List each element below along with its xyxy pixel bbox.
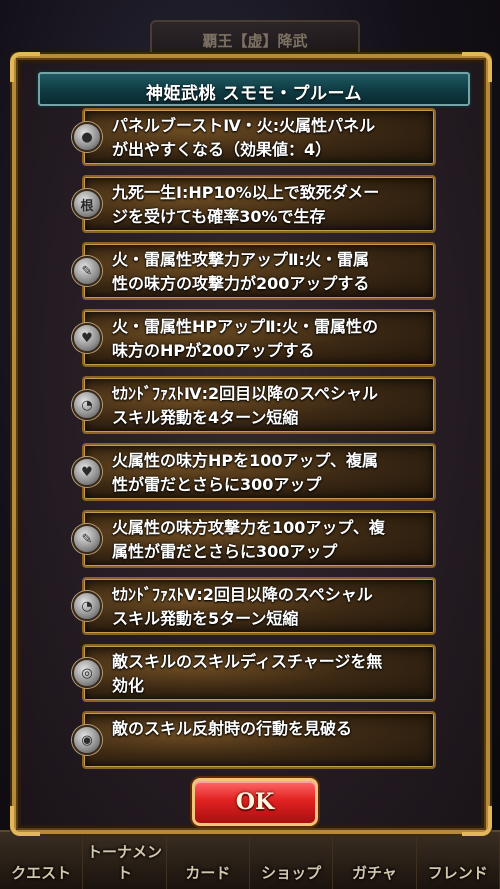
skill-row: ◔ ｾｶﾝﾄﾞﾌｧｽﾄⅣ:2回目以降のスペシャル スキル発動を4ターン短縮 — [72, 376, 436, 434]
skill-description: ｾｶﾝﾄﾞﾌｧｽﾄⅤ:2回目以降のスペシャル スキル発動を5ターン短縮 — [112, 585, 373, 628]
nav-quest: クエスト — [0, 832, 84, 889]
dialog-title-bar: 神姫武桃 スモモ・プルーム — [38, 72, 470, 106]
frame-corner-ornament — [10, 806, 40, 836]
discharge-nullify-icon: ◎ — [72, 658, 102, 688]
ok-button-label: OK — [235, 789, 275, 815]
second-fast-icon: ◔ — [72, 591, 102, 621]
skill-description: ｾｶﾝﾄﾞﾌｧｽﾄⅣ:2回目以降のスペシャル スキル発動を4ターン短縮 — [112, 384, 378, 427]
second-fast-icon: ◔ — [72, 390, 102, 420]
skill-row: ◔ ｾｶﾝﾄﾞﾌｧｽﾄⅤ:2回目以降のスペシャル スキル発動を5ターン短縮 — [72, 577, 436, 635]
frame-corner-ornament — [462, 806, 492, 836]
skill-row: ◎ 敵スキルのスキルディスチャージを無 効化 — [72, 644, 436, 702]
attack-up-icon: ✎ — [72, 524, 102, 554]
frame-corner-ornament — [10, 52, 40, 82]
nav-shop-label: ショップ — [261, 864, 322, 882]
nav-card: カード — [166, 832, 250, 889]
dialog-title: 神姫武桃 スモモ・プルーム — [146, 84, 362, 104]
eye-icon: ◉ — [72, 725, 102, 755]
skill-dialog: 神姫武桃 スモモ・プルーム ● パネルブーストⅣ・火:火属性パネル が出やすくな… — [10, 52, 492, 836]
nav-shop: ショップ — [249, 832, 334, 889]
skill-row: ♥ 火属性の味方HPを100アップ、複属 性が雷だとさらに300アップ — [72, 443, 436, 501]
ok-button[interactable]: OK — [192, 778, 318, 826]
nav-gacha: ガチャ — [333, 832, 417, 889]
skill-description: 火・雷属性HPアップⅡ:火・雷属性の 味方のHPが200アップする — [112, 317, 379, 360]
hp-up-icon: ♥ — [72, 323, 102, 353]
skill-row: ✎ 火・雷属性攻撃力アップⅡ:火・雷属 性の味方の攻撃力が200アップする — [72, 242, 436, 300]
nine-deaths-icon: 根 — [72, 189, 102, 219]
background-nav-bar: クエスト トーナメント カード ショップ ガチャ フレンド — [0, 830, 500, 889]
attack-up-icon: ✎ — [72, 256, 102, 286]
nav-tournament-label: トーナメント — [86, 843, 162, 882]
skill-description: 火・雷属性攻撃力アップⅡ:火・雷属 性の味方の攻撃力が200アップする — [112, 250, 370, 293]
skill-description: 敵のスキル反射時の行動を見破る — [112, 719, 353, 738]
hp-up-icon: ♥ — [72, 457, 102, 487]
skill-row: ● パネルブーストⅣ・火:火属性パネル が出やすくなる（効果値：4） — [72, 108, 436, 166]
nav-quest-label: クエスト — [11, 864, 72, 882]
nav-tournament: トーナメント — [83, 832, 167, 889]
nav-friend: フレンド — [416, 832, 500, 889]
skill-row: ◉ 敵のスキル反射時の行動を見破る — [72, 711, 436, 769]
skill-description: パネルブーストⅣ・火:火属性パネル が出やすくなる（効果値：4） — [112, 116, 376, 159]
nav-gacha-label: ガチャ — [352, 864, 397, 882]
skill-row: 根 九死一生Ⅰ:HP10%以上で致死ダメー ジを受けても確率30%で生存 — [72, 175, 436, 233]
skill-row: ♥ 火・雷属性HPアップⅡ:火・雷属性の 味方のHPが200アップする — [72, 309, 436, 367]
skill-description: 九死一生Ⅰ:HP10%以上で致死ダメー ジを受けても確率30%で生存 — [112, 183, 380, 226]
background-stage-title-text: 覇王【虚】降武 — [202, 32, 308, 50]
panel-boost-icon: ● — [72, 122, 102, 152]
nav-friend-label: フレンド — [427, 864, 488, 882]
nav-card-label: カード — [185, 864, 231, 882]
skill-row: ✎ 火属性の味方攻撃力を100アップ、複 属性が雷だとさらに300アップ — [72, 510, 436, 568]
skill-description: 敵スキルのスキルディスチャージを無 効化 — [112, 652, 383, 695]
skill-description: 火属性の味方攻撃力を100アップ、複 属性が雷だとさらに300アップ — [112, 518, 385, 561]
skill-description: 火属性の味方HPを100アップ、複属 性が雷だとさらに300アップ — [112, 451, 379, 494]
